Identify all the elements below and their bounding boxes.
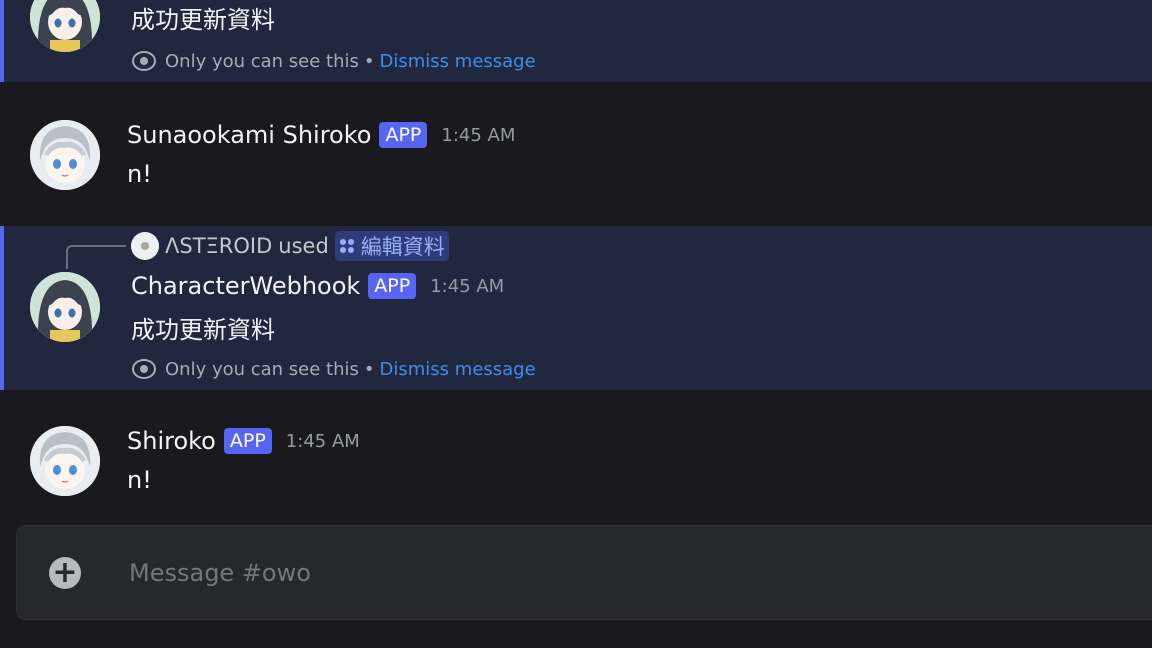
- command-reply[interactable]: ΛSTΞROID used 編輯資料: [131, 231, 449, 261]
- notice-separator: •: [363, 50, 375, 72]
- notice-text: Only you can see this: [165, 50, 359, 72]
- notice-text: Only you can see this: [165, 358, 359, 380]
- character-avatar-icon: [30, 120, 100, 190]
- dismiss-message-link[interactable]: Dismiss message: [380, 359, 536, 380]
- eye-icon: [132, 51, 156, 71]
- notice-separator: •: [363, 358, 375, 380]
- reply-user[interactable]: ΛSTΞROID: [165, 234, 272, 258]
- character-avatar-icon: [30, 0, 100, 52]
- ephemeral-notice: Only you can see this • Dismiss message: [131, 358, 536, 380]
- avatar[interactable]: [30, 426, 100, 496]
- chat-message: Shiroko APP 1:45 AM n!: [0, 410, 1152, 520]
- avatar[interactable]: [30, 0, 100, 52]
- avatar[interactable]: [30, 272, 100, 342]
- character-avatar-icon: [30, 426, 100, 496]
- ephemeral-message: 成功更新資料 Only you can see this • Dismiss m…: [0, 0, 1152, 82]
- message-composer: +: [16, 525, 1152, 620]
- timestamp[interactable]: 1:45 AM: [441, 125, 515, 146]
- reply-connector: [66, 245, 126, 269]
- app-badge: APP: [368, 273, 417, 299]
- message-header: Shiroko APP 1:45 AM: [127, 427, 360, 455]
- eye-icon: [132, 359, 156, 379]
- ephemeral-notice: Only you can see this • Dismiss message: [131, 50, 536, 72]
- dismiss-message-link[interactable]: Dismiss message: [380, 51, 536, 72]
- username[interactable]: Shiroko: [127, 427, 216, 455]
- message-content: n!: [127, 466, 152, 494]
- username[interactable]: CharacterWebhook: [131, 272, 360, 300]
- message-header: CharacterWebhook APP 1:45 AM: [131, 272, 504, 300]
- app-command-icon: [339, 239, 354, 253]
- avatar[interactable]: [30, 120, 100, 190]
- message-input[interactable]: [127, 555, 1031, 591]
- mini-avatar: [131, 232, 159, 260]
- chat-message: Sunaookami Shiroko APP 1:45 AM n!: [0, 104, 1152, 214]
- username[interactable]: Sunaookami Shiroko: [127, 121, 371, 149]
- reply-used-text: used: [278, 234, 329, 258]
- user-avatar-icon: [131, 232, 159, 260]
- command-name: 編輯資料: [360, 235, 445, 259]
- app-badge: APP: [379, 122, 428, 148]
- timestamp[interactable]: 1:45 AM: [430, 276, 504, 297]
- ephemeral-message: ΛSTΞROID used 編輯資料 CharacterWebhook APP …: [0, 226, 1152, 390]
- character-avatar-icon: [30, 272, 100, 342]
- app-badge: APP: [223, 428, 272, 454]
- message-content: n!: [127, 160, 152, 188]
- plus-circle-icon[interactable]: +: [49, 557, 81, 589]
- timestamp[interactable]: 1:45 AM: [286, 431, 360, 452]
- command-mention[interactable]: 編輯資料: [334, 231, 449, 261]
- message-header: Sunaookami Shiroko APP 1:45 AM: [127, 121, 515, 149]
- message-content: 成功更新資料: [131, 316, 275, 344]
- message-content: 成功更新資料: [131, 6, 275, 34]
